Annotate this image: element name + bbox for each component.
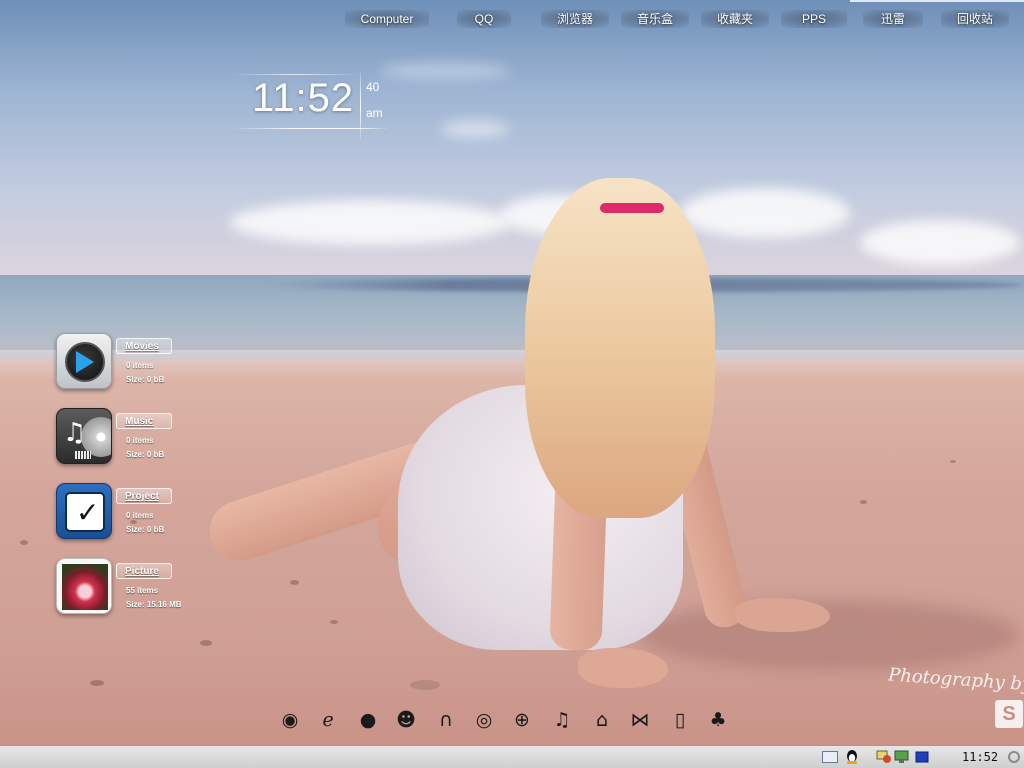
headphones-icon[interactable]: ∩ bbox=[432, 706, 460, 734]
folder-size: Size: 15.16 MB bbox=[126, 600, 182, 609]
folder-title[interactable]: Picture bbox=[116, 563, 172, 579]
pebble bbox=[90, 680, 104, 686]
clock-divider bbox=[360, 72, 361, 140]
clock-ampm: am bbox=[366, 106, 383, 120]
show-desktop-icon[interactable] bbox=[822, 751, 838, 763]
butterfly-icon[interactable]: ⋈ bbox=[626, 706, 654, 734]
music-note-icon: ♫ bbox=[63, 418, 87, 448]
home-icon[interactable]: ⌂ bbox=[588, 706, 616, 734]
shortcut-music-box[interactable]: 音乐盒 bbox=[621, 10, 689, 28]
wallpaper-cloud bbox=[860, 220, 1020, 265]
shortcut-recycle-bin[interactable]: 回收站 bbox=[941, 10, 1009, 28]
movies-folder-icon[interactable] bbox=[56, 333, 112, 389]
pebble bbox=[860, 500, 867, 504]
top-shortcut-bar: Computer QQ 浏览器 音乐盒 收藏夹 PPS 迅雷 回收站 bbox=[345, 0, 1024, 30]
folder-item-count: 55 items bbox=[126, 586, 159, 595]
network-icon[interactable] bbox=[876, 750, 892, 764]
users-icon[interactable]: ☻ bbox=[392, 706, 420, 734]
top-divider bbox=[850, 0, 1024, 2]
folder-music[interactable]: ♫ Music 0 items Size: 0 bB bbox=[56, 408, 196, 468]
shortcut-browser[interactable]: 浏览器 bbox=[541, 10, 609, 28]
qq-penguin-icon[interactable] bbox=[844, 750, 860, 764]
wallpaper-cloud bbox=[230, 200, 510, 245]
checkmark-icon: ✓ bbox=[76, 496, 100, 529]
clock-divider bbox=[230, 74, 360, 75]
system-tray: 11:52 bbox=[814, 746, 1024, 768]
plant-icon[interactable]: ♣ bbox=[704, 706, 732, 734]
photo-icon bbox=[62, 564, 108, 610]
clock-seconds: 40 bbox=[366, 80, 380, 94]
pebble bbox=[20, 540, 28, 545]
wallpaper-cloud bbox=[440, 120, 510, 138]
folder-title[interactable]: Music bbox=[116, 413, 172, 429]
pebble bbox=[410, 680, 440, 690]
pebble bbox=[200, 640, 212, 646]
pebble bbox=[290, 580, 299, 585]
play-icon bbox=[76, 351, 94, 373]
checkbox-icon: ✓ bbox=[65, 492, 105, 532]
picture-folder-icon[interactable] bbox=[56, 558, 112, 614]
folder-item-count: 0 items bbox=[126, 361, 154, 370]
firefox-icon[interactable]: ◉ bbox=[276, 706, 304, 734]
folder-item-count: 0 items bbox=[126, 436, 154, 445]
pebble bbox=[950, 460, 956, 463]
bottom-dock: ◉ ℯ ● ☻ ∩ ◎ ⊕ ♫ ⌂ ⋈ ▯ ♣ bbox=[276, 706, 732, 734]
folder-picture[interactable]: Picture 55 items Size: 15.16 MB bbox=[56, 558, 196, 618]
clock-divider bbox=[230, 128, 390, 129]
clock-widget: 11:52 40 am bbox=[230, 72, 390, 144]
girl-hand bbox=[578, 648, 668, 688]
search-icon[interactable] bbox=[1008, 751, 1020, 763]
shortcut-xunlei[interactable]: 迅雷 bbox=[863, 10, 923, 28]
watermark-logo: S bbox=[995, 700, 1023, 728]
chrome-icon[interactable]: ◎ bbox=[470, 706, 498, 734]
folder-item-count: 0 items bbox=[126, 511, 154, 520]
folder-project[interactable]: ✓ Project 0 items Size: 0 bB bbox=[56, 483, 196, 543]
taskbar: 11:52 bbox=[0, 745, 1024, 768]
wallpaper-cloud bbox=[680, 188, 850, 238]
phone-icon[interactable]: ▯ bbox=[666, 706, 694, 734]
taskbar-clock[interactable]: 11:52 bbox=[962, 746, 998, 768]
folder-title[interactable]: Project bbox=[116, 488, 172, 504]
folder-size: Size: 0 bB bbox=[126, 375, 165, 384]
monitor-icon[interactable] bbox=[914, 750, 930, 764]
wallpaper-sky bbox=[0, 0, 1024, 300]
internet-explorer-icon[interactable]: ℯ bbox=[314, 706, 342, 734]
music-note-icon[interactable]: ♫ bbox=[548, 706, 576, 734]
fruit-icon[interactable]: ● bbox=[354, 706, 382, 734]
folder-title[interactable]: Movies bbox=[116, 338, 172, 354]
keyboard-icon bbox=[75, 451, 91, 459]
girl-shadow bbox=[640, 600, 1020, 670]
apple-start-icon[interactable] bbox=[18, 749, 36, 765]
clock-time: 11:52 bbox=[252, 76, 355, 120]
display-icon[interactable] bbox=[894, 750, 910, 764]
wallpaper-cloud bbox=[380, 62, 510, 80]
hair-clip bbox=[600, 203, 664, 213]
pebble bbox=[330, 620, 338, 624]
shortcut-qq[interactable]: QQ bbox=[457, 10, 511, 28]
shortcut-favorites[interactable]: 收藏夹 bbox=[701, 10, 769, 28]
folder-size: Size: 0 bB bbox=[126, 450, 165, 459]
gamepad-icon[interactable]: ⊕ bbox=[508, 706, 536, 734]
girl-hair bbox=[525, 178, 715, 518]
folder-size: Size: 0 bB bbox=[126, 525, 165, 534]
shortcut-pps[interactable]: PPS bbox=[781, 10, 847, 28]
music-folder-icon[interactable]: ♫ bbox=[56, 408, 112, 464]
project-folder-icon[interactable]: ✓ bbox=[56, 483, 112, 539]
folder-movies[interactable]: Movies 0 items Size: 0 bB bbox=[56, 333, 196, 393]
shortcut-computer[interactable]: Computer bbox=[345, 10, 429, 28]
girl-hand bbox=[735, 598, 830, 632]
